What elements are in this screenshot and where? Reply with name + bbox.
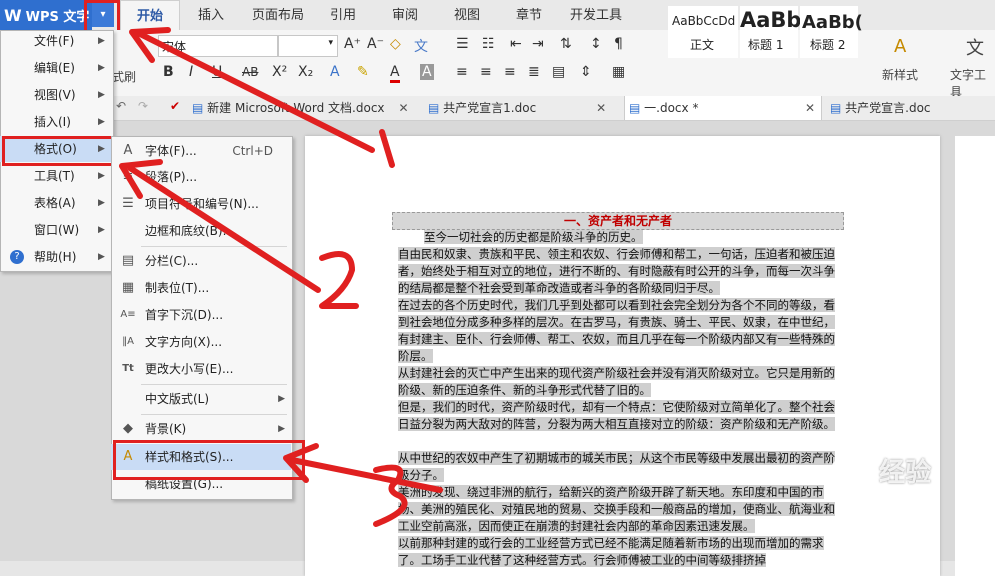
annotation-number-2-stroke	[319, 251, 359, 309]
arrow-3-shaft	[289, 457, 443, 493]
arrow-1-shaft	[137, 31, 375, 153]
annotation-number-1-stroke	[379, 129, 395, 168]
arrow-2-head	[119, 159, 163, 199]
annotation-overlay	[119, 27, 443, 527]
arrow-2-shaft	[127, 165, 321, 293]
